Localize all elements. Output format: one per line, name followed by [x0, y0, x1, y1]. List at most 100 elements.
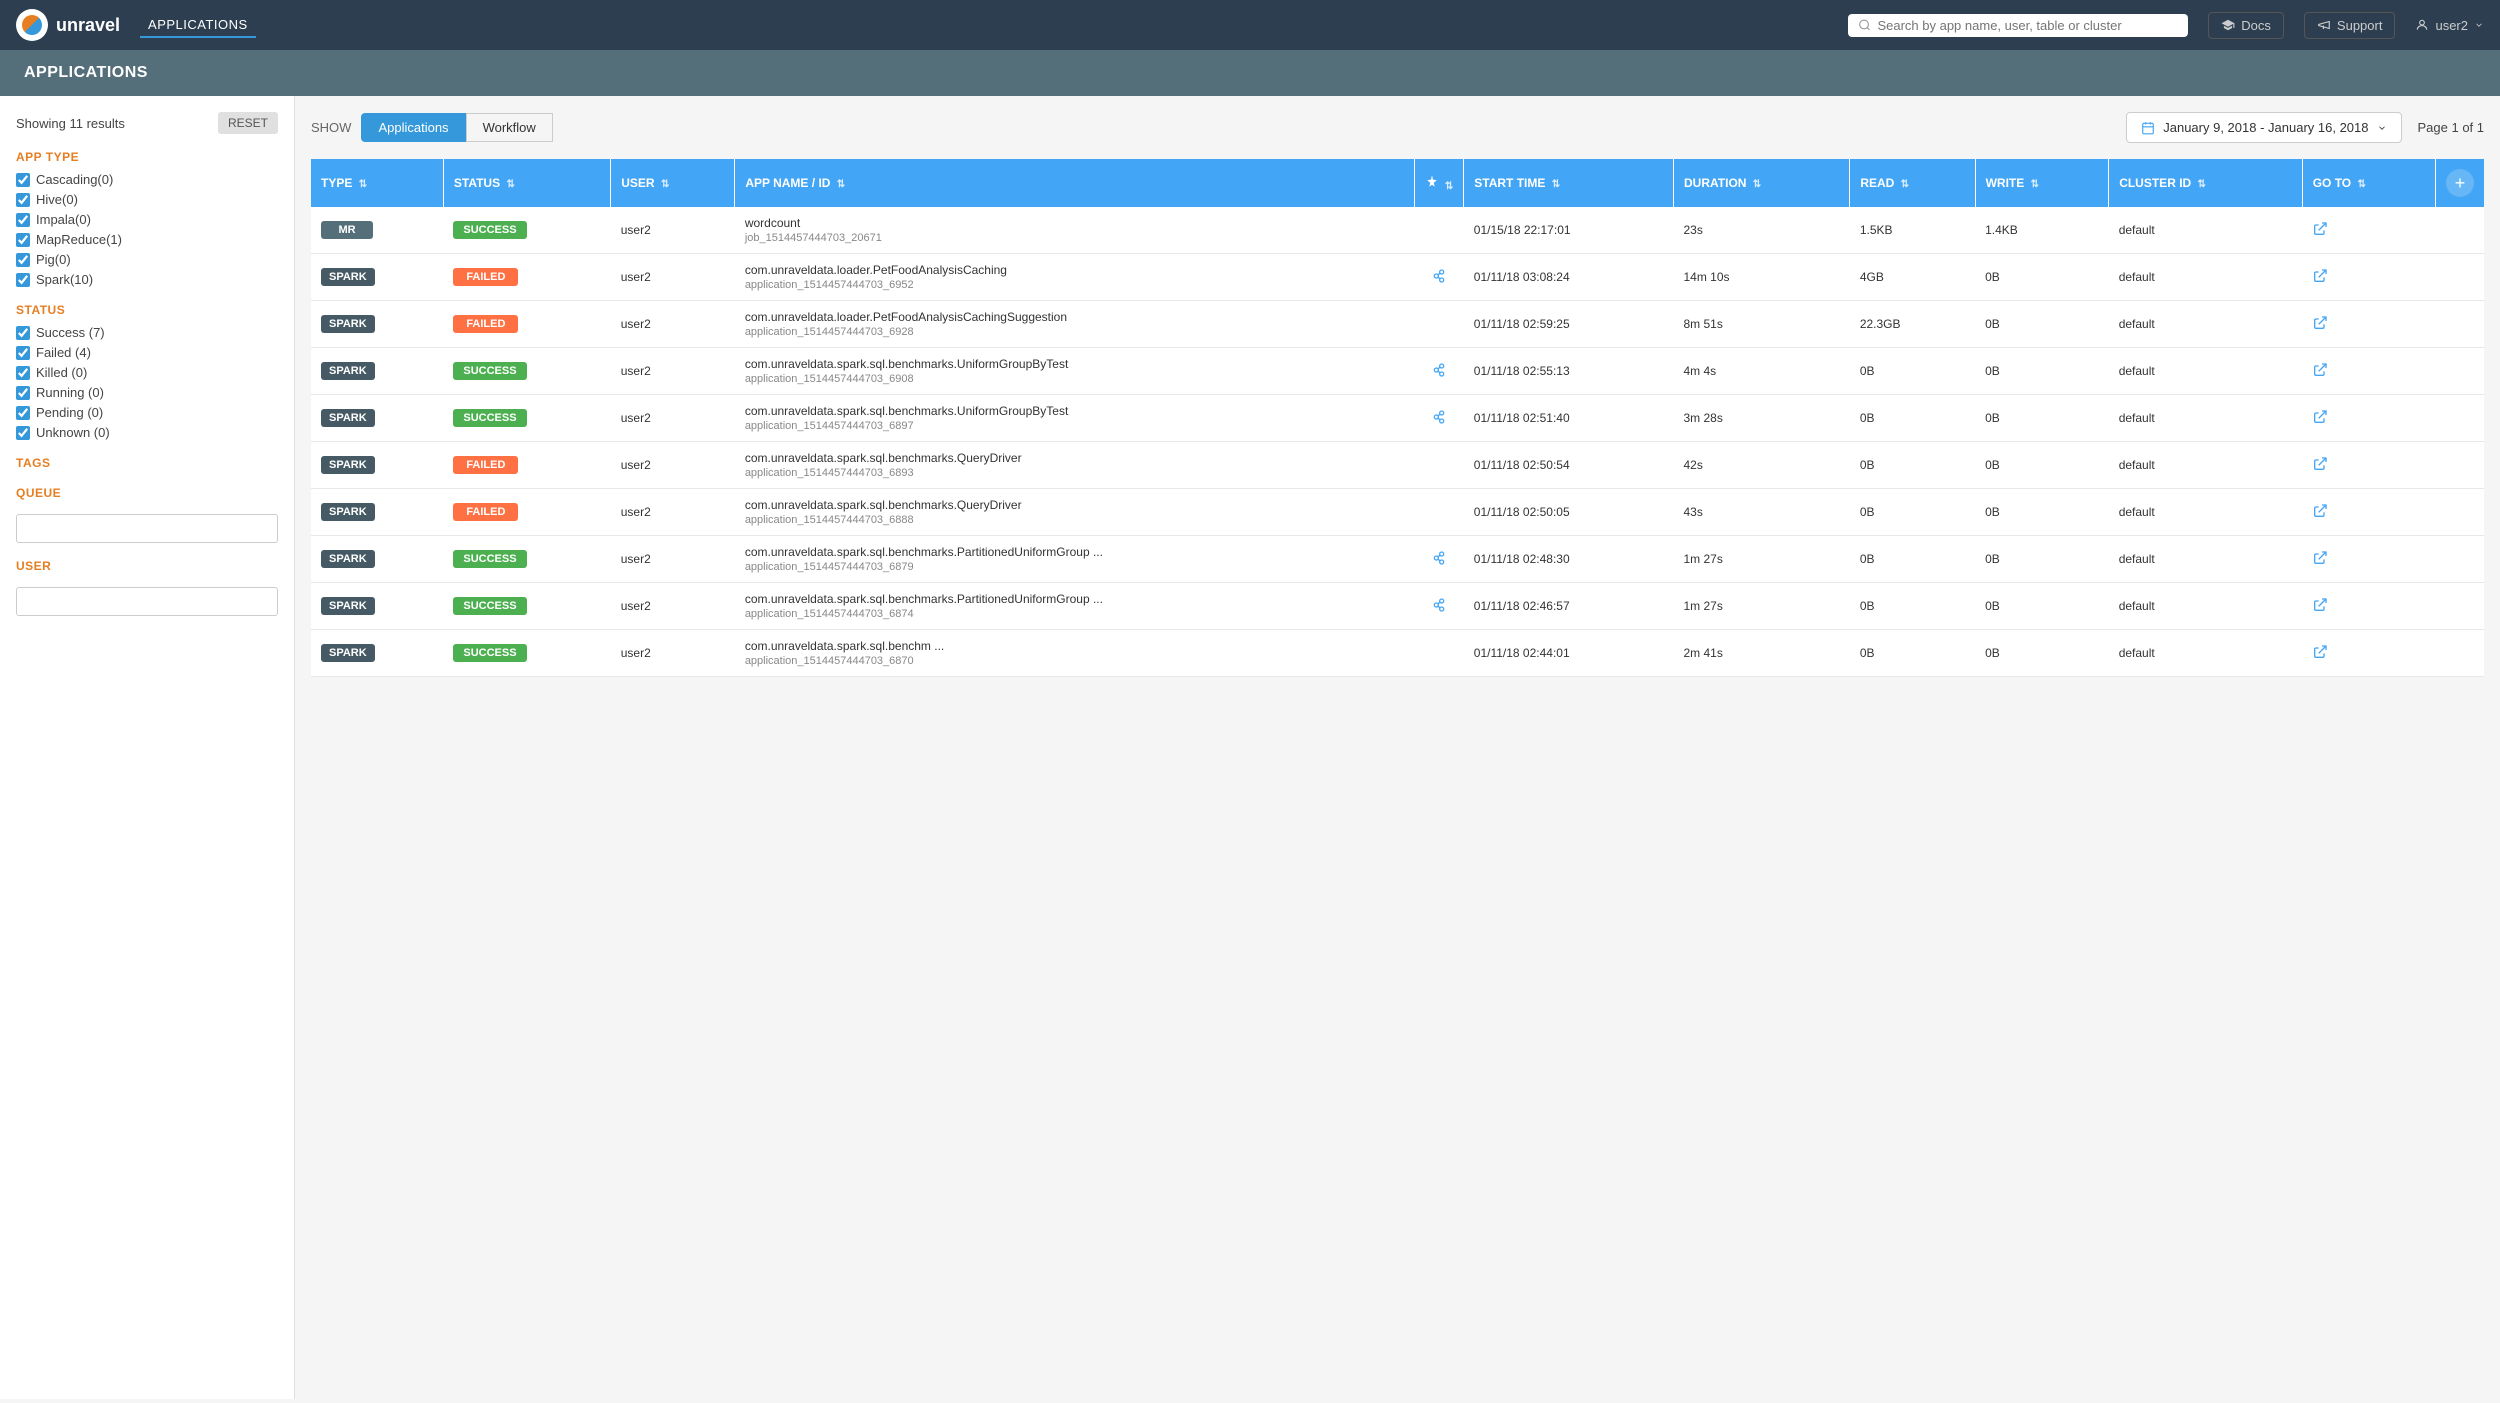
cell-extra: [2436, 348, 2485, 395]
checkbox-spark[interactable]: [16, 273, 30, 287]
workflow-icon: [1431, 597, 1447, 613]
support-label: Support: [2337, 18, 2383, 33]
cell-flag: [1414, 583, 1464, 630]
label-hive: Hive(0): [36, 192, 78, 207]
cell-user: user2: [611, 395, 735, 442]
cell-goto[interactable]: [2302, 301, 2435, 348]
date-picker-button[interactable]: January 9, 2018 - January 16, 2018: [2126, 112, 2401, 143]
app-name-text: com.unraveldata.spark.sql.benchm ...: [745, 639, 1404, 653]
checkbox-failed[interactable]: [16, 346, 30, 360]
queue-input[interactable]: [16, 514, 278, 543]
nav-applications[interactable]: APPLICATIONS: [140, 13, 256, 38]
filter-pig: Pig(0): [16, 252, 278, 267]
col-goto[interactable]: GO TO ⇅: [2302, 159, 2435, 207]
cell-app-name[interactable]: com.unraveldata.spark.sql.benchm ... app…: [735, 630, 1414, 677]
cell-start-time: 01/11/18 02:44:01: [1464, 630, 1674, 677]
col-app-name[interactable]: APP NAME / ID ⇅: [735, 159, 1414, 207]
goto-icon[interactable]: [2312, 268, 2328, 284]
cell-app-name[interactable]: com.unraveldata.spark.sql.benchmarks.Par…: [735, 536, 1414, 583]
cell-status: FAILED: [443, 442, 610, 489]
filter-mapreduce: MapReduce(1): [16, 232, 278, 247]
cell-app-name[interactable]: com.unraveldata.spark.sql.benchmarks.Uni…: [735, 395, 1414, 442]
workflow-icon: [1431, 268, 1447, 284]
page-title: APPLICATIONS: [24, 64, 148, 81]
user-input[interactable]: [16, 587, 278, 616]
status-badge: FAILED: [453, 268, 518, 286]
type-badge: SPARK: [321, 315, 375, 333]
goto-icon[interactable]: [2312, 456, 2328, 472]
cell-app-name[interactable]: com.unraveldata.spark.sql.benchmarks.Que…: [735, 489, 1414, 536]
checkbox-pending[interactable]: [16, 406, 30, 420]
reset-button[interactable]: RESET: [218, 112, 278, 134]
col-type[interactable]: TYPE ⇅: [311, 159, 443, 207]
logo-text: unravel: [56, 15, 120, 36]
cell-goto[interactable]: [2302, 489, 2435, 536]
cell-goto[interactable]: [2302, 583, 2435, 630]
cell-cluster-id: default: [2109, 207, 2303, 254]
tab-workflow[interactable]: Workflow: [466, 113, 553, 142]
add-column-button[interactable]: +: [2446, 169, 2474, 197]
cell-write: 0B: [1975, 489, 2109, 536]
checkbox-killed[interactable]: [16, 366, 30, 380]
cell-type: SPARK: [311, 536, 443, 583]
checkbox-hive[interactable]: [16, 193, 30, 207]
col-cluster-id[interactable]: CLUSTER ID ⇅: [2109, 159, 2303, 207]
cell-status: FAILED: [443, 301, 610, 348]
goto-icon[interactable]: [2312, 409, 2328, 425]
goto-icon[interactable]: [2312, 362, 2328, 378]
cell-app-name[interactable]: wordcount job_1514457444703_20671: [735, 207, 1414, 254]
goto-icon[interactable]: [2312, 315, 2328, 331]
col-user[interactable]: USER ⇅: [611, 159, 735, 207]
cell-goto[interactable]: [2302, 207, 2435, 254]
col-read[interactable]: READ ⇅: [1850, 159, 1975, 207]
checkbox-unknown[interactable]: [16, 426, 30, 440]
cell-app-name[interactable]: com.unraveldata.spark.sql.benchmarks.Par…: [735, 583, 1414, 630]
goto-icon[interactable]: [2312, 550, 2328, 566]
cell-read: 0B: [1850, 348, 1975, 395]
cell-type: SPARK: [311, 583, 443, 630]
support-button[interactable]: Support: [2304, 12, 2396, 39]
cell-app-name[interactable]: com.unraveldata.spark.sql.benchmarks.Uni…: [735, 348, 1414, 395]
goto-icon[interactable]: [2312, 597, 2328, 613]
goto-icon[interactable]: [2312, 644, 2328, 660]
cell-goto[interactable]: [2302, 442, 2435, 489]
cell-goto[interactable]: [2302, 536, 2435, 583]
cell-goto[interactable]: [2302, 395, 2435, 442]
cell-goto[interactable]: [2302, 254, 2435, 301]
goto-icon[interactable]: [2312, 221, 2328, 237]
checkbox-pig[interactable]: [16, 253, 30, 267]
col-flag[interactable]: ⇅: [1414, 159, 1464, 207]
col-write[interactable]: WRITE ⇅: [1975, 159, 2109, 207]
user-title: USER: [16, 559, 278, 573]
col-duration[interactable]: DURATION ⇅: [1674, 159, 1850, 207]
checkbox-running[interactable]: [16, 386, 30, 400]
col-add[interactable]: +: [2436, 159, 2485, 207]
cell-app-name[interactable]: com.unraveldata.loader.PetFoodAnalysisCa…: [735, 301, 1414, 348]
search-input[interactable]: [1877, 18, 2178, 33]
cell-cluster-id: default: [2109, 489, 2303, 536]
cell-app-name[interactable]: com.unraveldata.spark.sql.benchmarks.Que…: [735, 442, 1414, 489]
status-title: STATUS: [16, 303, 278, 317]
cell-extra: [2436, 583, 2485, 630]
table-row: SPARK SUCCESS user2 com.unraveldata.spar…: [311, 395, 2484, 442]
status-badge: SUCCESS: [453, 644, 526, 662]
search-bar[interactable]: [1848, 14, 2188, 37]
tab-applications[interactable]: Applications: [361, 113, 465, 142]
checkbox-success[interactable]: [16, 326, 30, 340]
col-start-time[interactable]: START TIME ⇅: [1464, 159, 1674, 207]
cell-goto[interactable]: [2302, 348, 2435, 395]
col-status[interactable]: STATUS ⇅: [443, 159, 610, 207]
label-pending: Pending (0): [36, 405, 103, 420]
docs-button[interactable]: Docs: [2208, 12, 2284, 39]
cell-app-name[interactable]: com.unraveldata.loader.PetFoodAnalysisCa…: [735, 254, 1414, 301]
cell-type: SPARK: [311, 348, 443, 395]
checkbox-impala[interactable]: [16, 213, 30, 227]
cell-status: FAILED: [443, 254, 610, 301]
cell-duration: 1m 27s: [1674, 536, 1850, 583]
status-badge: SUCCESS: [453, 362, 526, 380]
user-menu-button[interactable]: user2: [2415, 18, 2484, 33]
checkbox-cascading[interactable]: [16, 173, 30, 187]
goto-icon[interactable]: [2312, 503, 2328, 519]
checkbox-mapreduce[interactable]: [16, 233, 30, 247]
cell-goto[interactable]: [2302, 630, 2435, 677]
